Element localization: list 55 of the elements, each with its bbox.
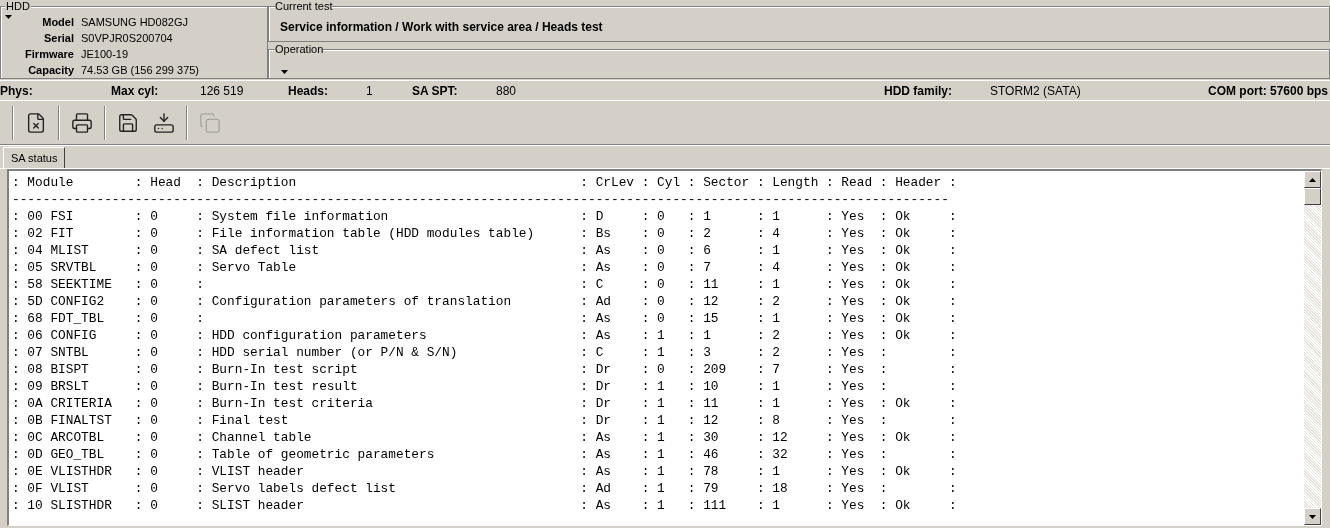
log-line: : 08 BISPT : 0 : Burn-In test script : Dr : 0 : 209 : 7 : Yes : : (12, 361, 957, 378)
status-value: 880 (496, 82, 518, 100)
status-value: STORM2 (SATA) (990, 82, 1082, 100)
log-line: : 10 SLISTHDR : 0 : SLIST header : As : 1 : 111 : 1 : Yes : Ok : (12, 497, 957, 514)
tab[interactable]: SA status (3, 147, 66, 168)
log-line: : 05 SRVTBL : 0 : Servo Table : As : 0 : 7 : 4 : Yes : Ok : (12, 259, 957, 276)
scroll-up-button[interactable] (1304, 171, 1321, 188)
log-line: : 0A CRITERIA : 0 : Burn-In test criteria : Dr : 1 : 11 : 1 : Yes : Ok : (12, 395, 957, 412)
field-label: Firmware (24, 46, 74, 62)
log-line: : 09 BRSLT : 0 : Burn-In test result : Dr : 1 : 10 : 1 : Yes : : (12, 378, 957, 395)
down-triangle-icon (1309, 514, 1316, 519)
field-value: S0VPJR0S200704 (81, 30, 173, 46)
com-port-label: COM port: 57600 bps (1207, 82, 1329, 100)
log-line: : 0B FINALTST : 0 : Final test : Dr : 1 : 12 : 8 : Yes : : (12, 412, 957, 429)
status-label: Phys: (0, 82, 34, 100)
log-line: : 5D CONFIG2 : 0 : Configuration parameters of translation : Ad : 0 : 12 : 2 : Yes : Ok : (12, 293, 957, 310)
drive-download-icon (153, 111, 175, 134)
field-value: 74.53 GB (156 299 375) (81, 62, 200, 78)
log-line: : 04 MLIST : 0 : SA defect list : As : 0 : 6 : 1 : Yes : Ok : (12, 242, 957, 259)
log-line: : 0E VLISTHDR : 0 : VLIST header : As : 1 : 78 : 1 : Yes : Ok : (12, 463, 957, 480)
log-line: : Module : Head : Description : CrLev : Cyl : Sector : Length : Read : Header : (12, 174, 957, 191)
printer-icon (71, 111, 93, 134)
copy-icon (199, 111, 221, 134)
up-triangle-icon (1309, 177, 1316, 182)
status-label: SA SPT: (412, 82, 459, 100)
status-label: HDD family: (884, 82, 953, 100)
field-label: Model (41, 14, 74, 30)
field-label: Capacity (27, 62, 74, 78)
log-line: -------------------------------------------------------------------------------------------------------------------------- (12, 191, 949, 208)
test-path: Service information / Work with service area / Heads test (280, 20, 603, 34)
status-value: 1 (366, 82, 374, 100)
scroll-thumb[interactable] (1304, 188, 1321, 205)
field-label: Serial (43, 30, 74, 46)
file-cross-icon (25, 111, 47, 134)
group-title: Current test (275, 0, 333, 12)
caret-icon[interactable] (281, 70, 288, 74)
vertical-scrollbar[interactable] (1304, 171, 1321, 525)
log-line: : 0F VLIST : 0 : Servo labels defect list : Ad : 1 : 79 : 18 : Yes : : (12, 480, 957, 497)
status-label: Heads: (288, 82, 329, 100)
status-label: Max cyl: (111, 82, 160, 100)
field-value: SAMSUNG HD082GJ (81, 14, 188, 30)
log-line: : 0C ARCOTBL : 0 : Channel table : As : 1 : 30 : 12 : Yes : Ok : (12, 429, 957, 446)
log-line: : 0D GEO_TBL : 0 : Table of geometric parameters : As : 1 : 46 : 32 : Yes : : (12, 446, 957, 463)
log-line: : 06 CONFIG : 0 : HDD configuration parameters : As : 1 : 1 : 2 : Yes : Ok : (12, 327, 957, 344)
group-title: Operation (275, 43, 324, 55)
log-line: : 02 FIT : 0 : File information table (HDD modules table) : Bs : 0 : 2 : 4 : Yes : Ok : (12, 225, 957, 242)
scroll-down-button[interactable] (1304, 508, 1321, 525)
status-value: 126 519 (200, 82, 245, 100)
caret-icon[interactable] (5, 15, 12, 19)
log-line: : 07 SNTBL : 0 : HDD serial number (or P/N & S/N) : C : 1 : 3 : 2 : Yes : : (12, 344, 957, 361)
field-value: JE100-19 (81, 46, 129, 62)
log-line: : 58 SEEKTIME : 0 : : C : 0 : 11 : 1 : Yes : Ok : (12, 276, 957, 293)
log-line: : 68 FDT_TBL : 0 : : As : 0 : 15 : 1 : Yes : Ok : (12, 310, 957, 327)
log-line: : 00 FSI : 0 : System file information : D : 0 : 1 : 1 : Yes : Ok : (12, 208, 957, 225)
group-title: HDD (5, 0, 31, 12)
